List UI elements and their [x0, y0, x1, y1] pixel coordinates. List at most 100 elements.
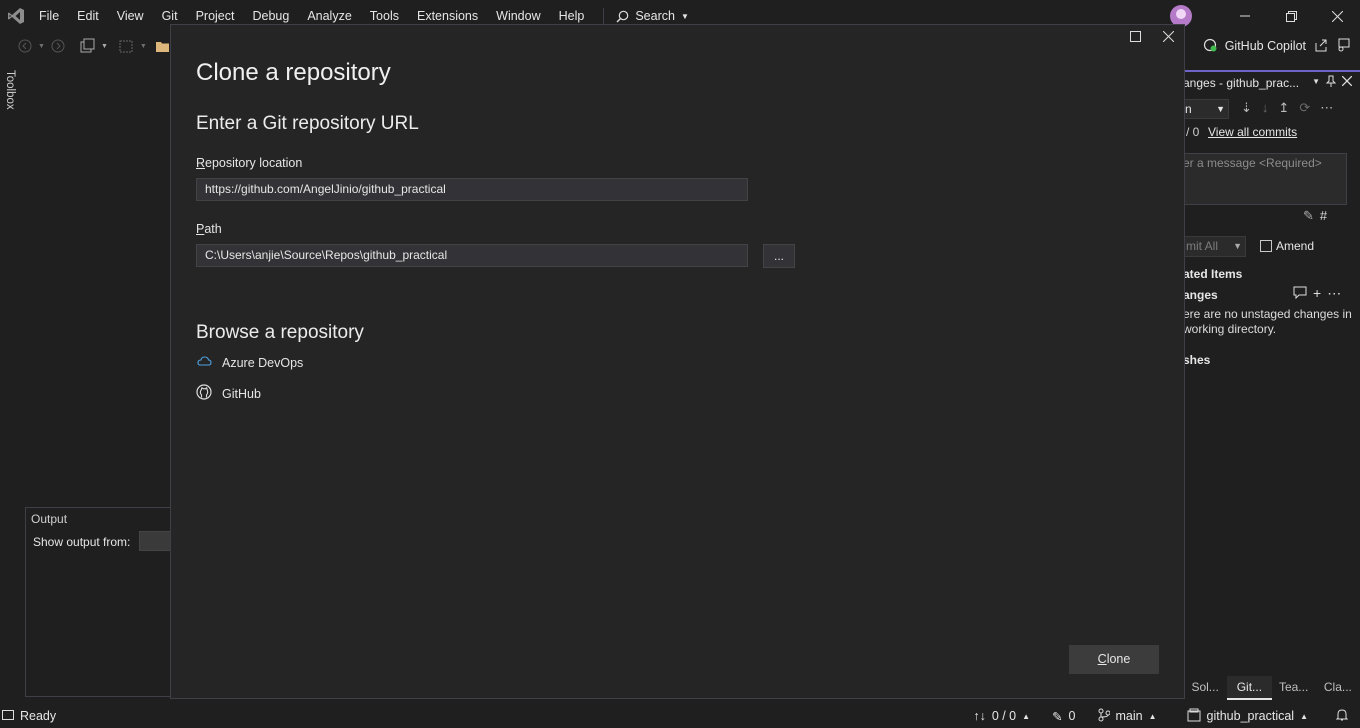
- navigate-forward-icon[interactable]: [51, 39, 65, 53]
- chevron-down-icon[interactable]: ▼: [38, 43, 45, 50]
- tab-class-view[interactable]: Cla...: [1316, 676, 1360, 700]
- copilot-suggest-icon[interactable]: ✎: [1303, 208, 1314, 224]
- navigate-back-icon[interactable]: [18, 39, 32, 53]
- path-label: Path: [196, 222, 222, 236]
- more-options-icon[interactable]: ⋯: [1327, 285, 1341, 302]
- pin-icon[interactable]: [1325, 75, 1337, 90]
- notifications-icon[interactable]: [1335, 708, 1349, 725]
- restore-button[interactable]: [1268, 0, 1314, 32]
- browse-path-button[interactable]: ...: [763, 244, 795, 268]
- sync-status[interactable]: ↑↓ 0 / 0 ▲: [973, 709, 1030, 723]
- pull-icon[interactable]: ↓: [1262, 100, 1269, 116]
- menu-edit[interactable]: Edit: [70, 0, 110, 32]
- chevron-down-icon: ▼: [1233, 241, 1242, 251]
- chevron-down-icon[interactable]: ▼: [101, 43, 108, 50]
- close-icon: [1331, 10, 1343, 22]
- tab-team-explorer[interactable]: Tea...: [1272, 676, 1316, 700]
- comment-icon[interactable]: [1293, 285, 1307, 302]
- clone-repository-dialog: Clone a repository Enter a Git repositor…: [170, 24, 1185, 699]
- clone-button[interactable]: Clone: [1069, 645, 1159, 674]
- menu-view[interactable]: View: [110, 0, 155, 32]
- output-status-icon[interactable]: [2, 709, 14, 724]
- panel-tabs: Sol... Git... Tea... Cla...: [1183, 676, 1360, 700]
- git-actions: ⇣ ↓ ↥ ⟳ ⋯: [1241, 100, 1333, 116]
- repository-url-input[interactable]: https://github.com/AngelJinio/github_pra…: [196, 178, 748, 201]
- panel-controls: ▼: [1312, 75, 1353, 90]
- maximize-icon[interactable]: [1130, 31, 1141, 45]
- related-items-header[interactable]: ated Items: [1183, 267, 1242, 281]
- cloud-icon: [196, 355, 212, 370]
- path-input[interactable]: C:\Users\anjie\Source\Repos\github_pract…: [196, 244, 748, 267]
- menu-file[interactable]: File: [32, 0, 70, 32]
- branch-select-value: n: [1185, 102, 1192, 116]
- github-icon: [196, 384, 212, 403]
- edits-count: 0: [1068, 709, 1076, 723]
- close-icon[interactable]: [1162, 30, 1175, 45]
- chevron-down-icon[interactable]: ▼: [1312, 75, 1320, 90]
- feedback-icon[interactable]: [1336, 38, 1350, 55]
- fetch-icon[interactable]: ⇣: [1241, 100, 1252, 116]
- status-ready: Ready: [20, 709, 57, 723]
- chevron-down-icon[interactable]: ▼: [140, 43, 147, 50]
- menu-divider: [603, 8, 605, 24]
- search-button[interactable]: Search ▼: [610, 9, 695, 23]
- commit-message-placeholder: er a message <Required>: [1183, 156, 1322, 170]
- branch-status[interactable]: main ▲: [1098, 708, 1157, 725]
- chevron-down-icon: ▼: [680, 11, 689, 21]
- github-label: GitHub: [222, 386, 261, 401]
- sync-count: 0 / 0: [991, 709, 1017, 723]
- search-icon: [616, 10, 629, 22]
- hash-icon[interactable]: #: [1320, 208, 1327, 224]
- chevron-up-icon: ▲: [1148, 711, 1157, 721]
- label-text: epository location: [205, 156, 303, 170]
- plus-icon[interactable]: +: [1313, 285, 1321, 302]
- close-window-button[interactable]: [1314, 0, 1360, 32]
- changes-tools: + ⋯: [1293, 285, 1341, 302]
- view-all-commits-link[interactable]: View all commits: [1208, 125, 1297, 139]
- more-options-icon[interactable]: ⋯: [1320, 100, 1333, 116]
- access-key: R: [196, 156, 206, 170]
- copilot-button[interactable]: GitHub Copilot: [1225, 39, 1306, 53]
- tab-git-changes[interactable]: Git...: [1227, 676, 1272, 700]
- new-project-icon[interactable]: [79, 38, 95, 54]
- minimize-button[interactable]: [1222, 0, 1268, 32]
- pencil-icon: ✎: [1052, 709, 1063, 724]
- window-controls: [1170, 0, 1360, 32]
- copilot-icon: [1203, 38, 1217, 55]
- repository-location-label: Repository location: [196, 156, 302, 170]
- push-icon[interactable]: ↥: [1278, 100, 1289, 116]
- git-changes-panel: anges - github_prac... ▼ n ▼ ⇣ ↓ ↥ ⟳ ⋯ /…: [1183, 70, 1360, 700]
- tab-solution-explorer[interactable]: Sol...: [1183, 676, 1227, 700]
- repository-name: github_practical: [1206, 709, 1295, 723]
- browse-section-heading: Browse a repository: [196, 322, 364, 343]
- share-icon[interactable]: [1314, 38, 1328, 55]
- sync-arrows-icon: ↑↓: [973, 709, 986, 723]
- amend-checkbox[interactable]: [1260, 240, 1272, 252]
- branch-select[interactable]: n ▼: [1183, 99, 1229, 119]
- chevron-up-icon: ▲: [1022, 711, 1031, 721]
- commit-all-button[interactable]: mit All ▼: [1183, 236, 1246, 257]
- sync-icon[interactable]: ⟳: [1299, 100, 1310, 116]
- visual-studio-logo-icon[interactable]: [0, 0, 32, 32]
- chevron-down-icon: ▼: [1216, 104, 1225, 114]
- repository-status[interactable]: github_practical ▲: [1187, 708, 1308, 725]
- amend-label: Amend: [1276, 239, 1315, 253]
- pending-edits[interactable]: ✎ 0: [1052, 709, 1075, 724]
- access-key: C: [1097, 652, 1107, 666]
- browse-github[interactable]: GitHub: [196, 384, 261, 403]
- new-item-icon[interactable]: [118, 38, 134, 54]
- show-output-label: Show output from:: [33, 535, 131, 549]
- close-icon[interactable]: [1341, 75, 1353, 90]
- repository-icon: [1187, 708, 1201, 725]
- button-text: lone: [1106, 652, 1131, 666]
- label-text: ath: [204, 222, 222, 236]
- git-changes-tab-title[interactable]: anges - github_prac...: [1183, 76, 1299, 90]
- toolbox-tab[interactable]: Toolbox: [4, 70, 16, 110]
- dialog-title: Clone a repository: [196, 59, 391, 86]
- output-panel: Output Show output from:: [25, 507, 179, 697]
- browse-azure-devops[interactable]: Azure DevOps: [196, 355, 303, 370]
- open-folder-icon[interactable]: [155, 39, 171, 53]
- changes-header[interactable]: anges: [1183, 288, 1218, 302]
- stashes-header[interactable]: shes: [1183, 353, 1210, 367]
- status-right: ↑↓ 0 / 0 ▲ ✎ 0 main ▲ github_practical ▲: [959, 704, 1349, 728]
